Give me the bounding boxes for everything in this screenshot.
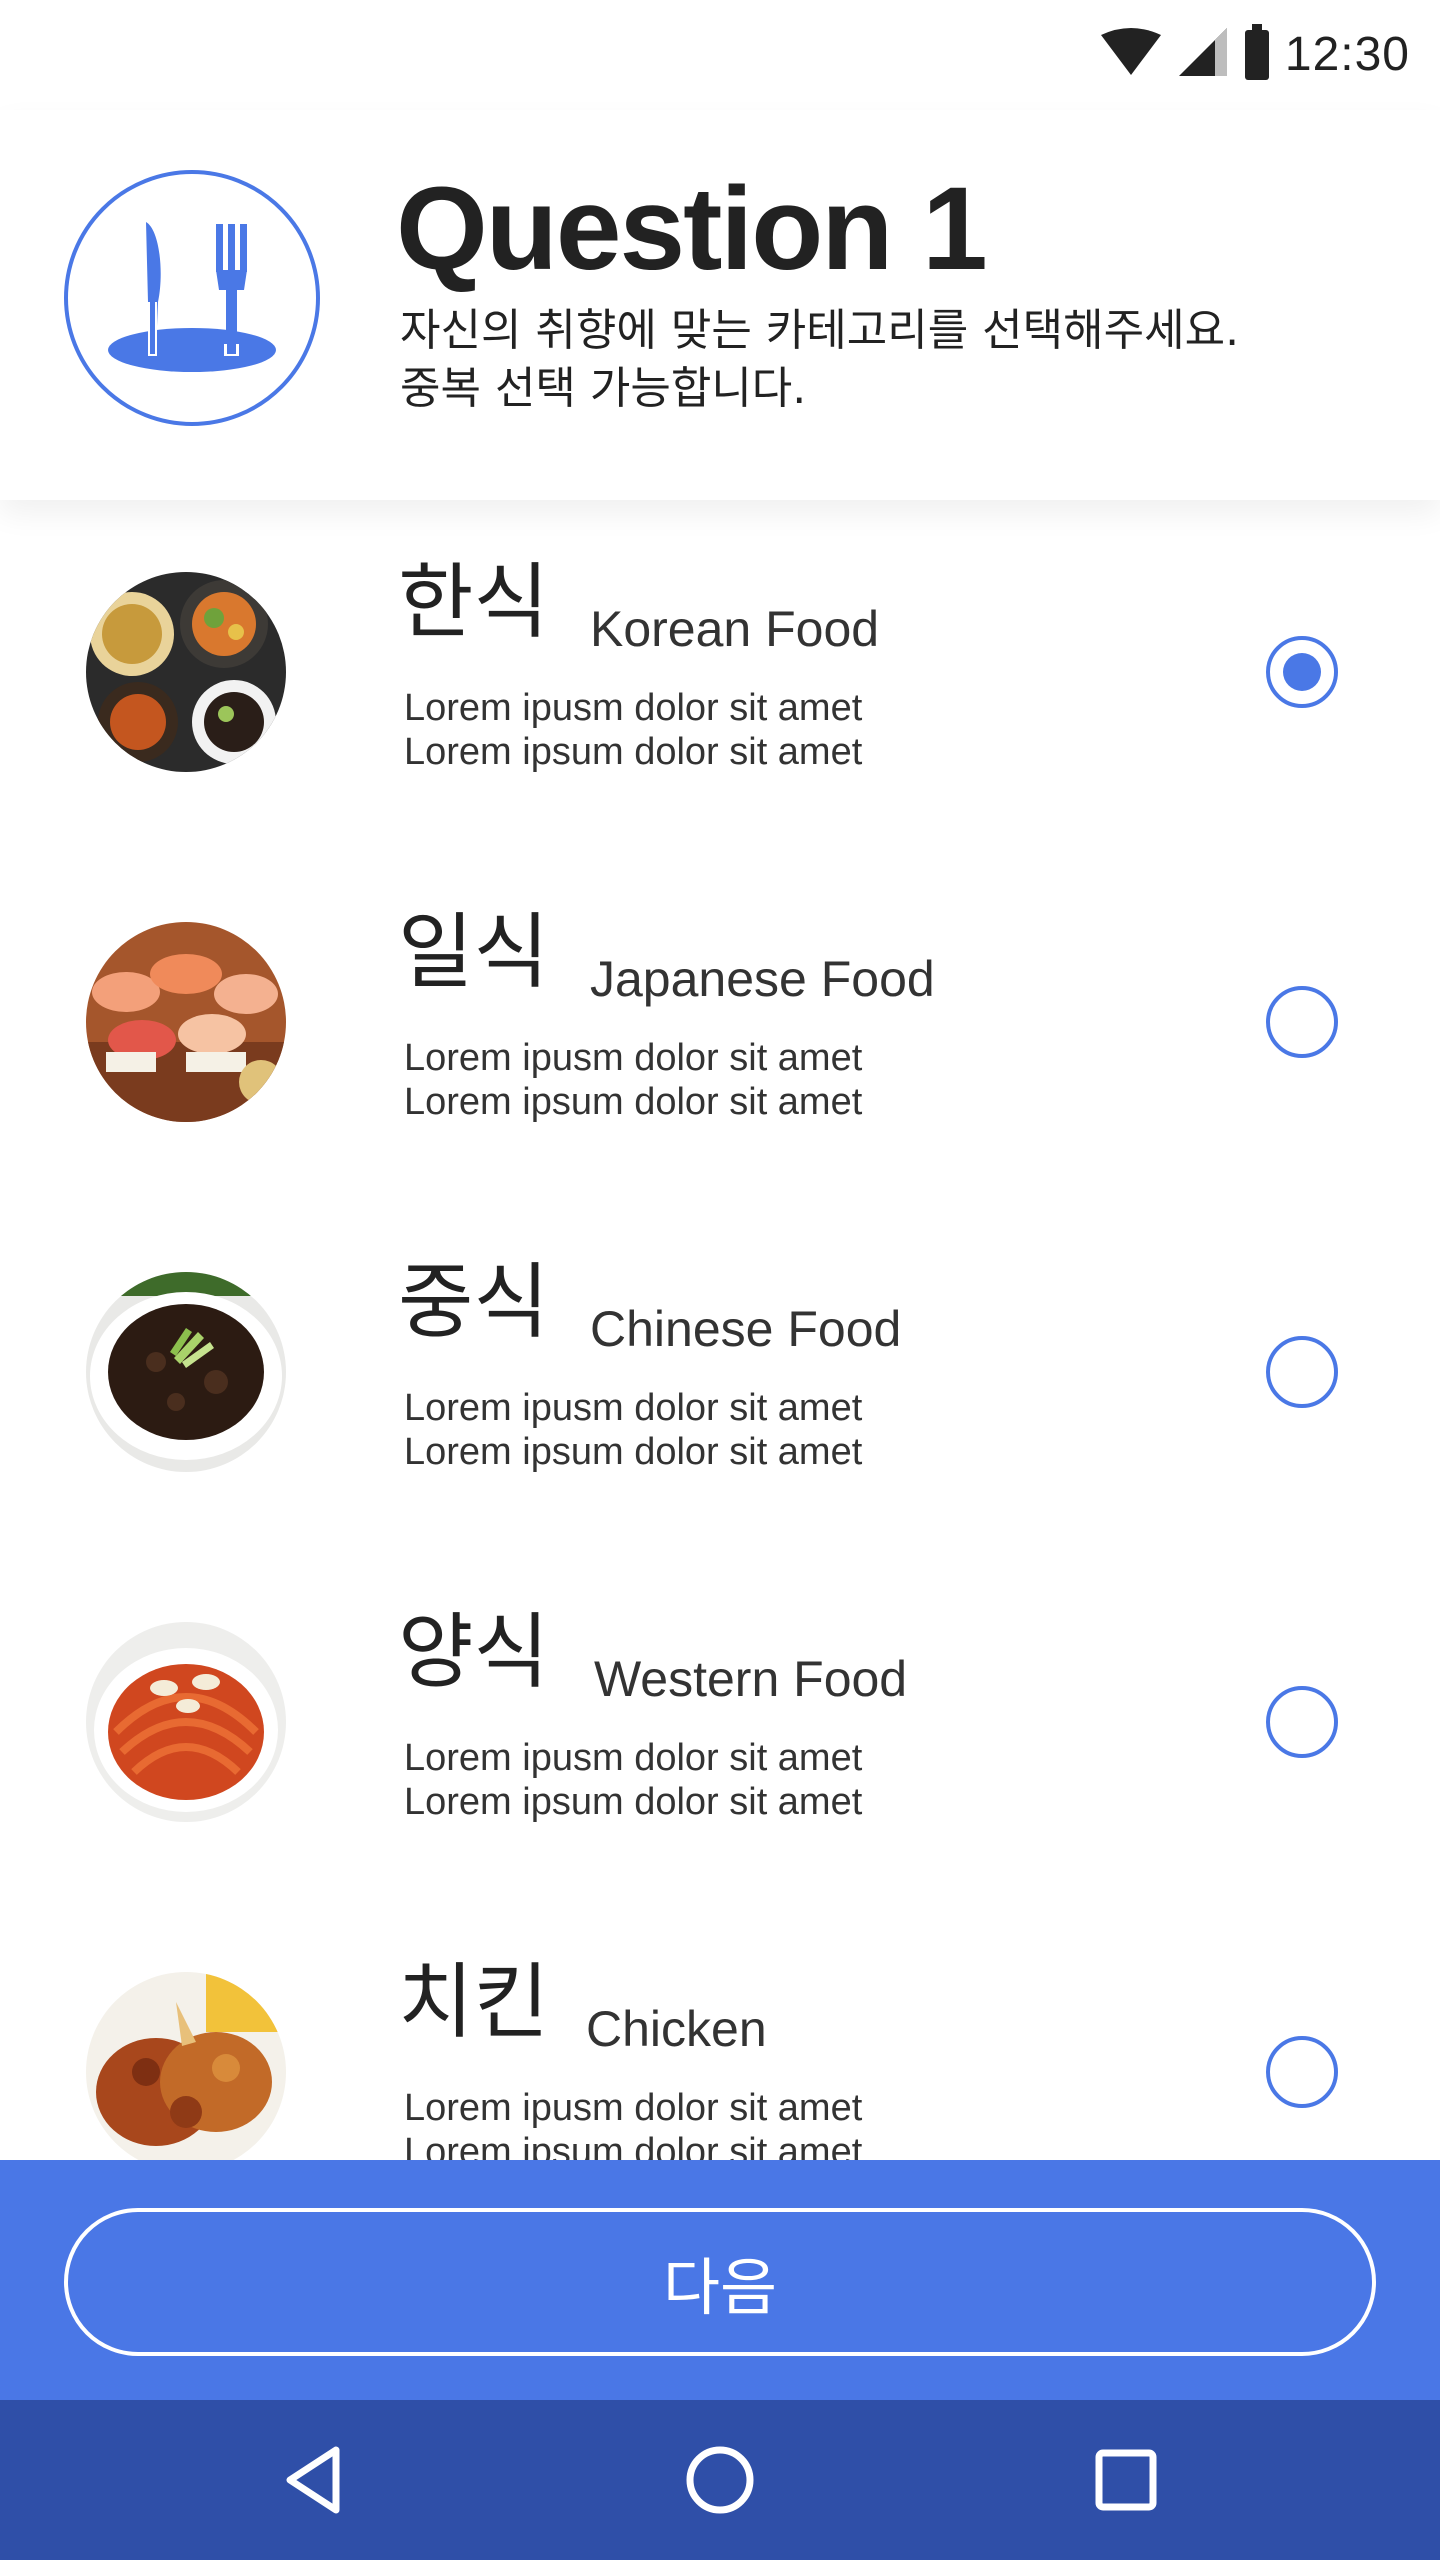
food-description: Lorem ipusm dolor sit amet Lorem ipsum d… xyxy=(404,686,862,774)
status-bar: 12:30 xyxy=(0,0,1440,110)
food-desc-line-2: Lorem ipsum dolor sit amet xyxy=(404,1781,863,1823)
food-desc-line-1: Lorem ipusm dolor sit amet xyxy=(404,687,863,729)
western-food-photo xyxy=(86,1622,286,1822)
chicken-photo xyxy=(86,1972,286,2160)
question-header: Question 1 자신의 취향에 맞는 카테고리를 선택해주세요. 중복 선… xyxy=(0,110,1440,500)
app-screen: 12:30 Question 1 자신의 취향에 맞는 카테고리를 선택해주세요… xyxy=(0,0,1440,2560)
food-description: Lorem ipusm dolor sit amet Lorem ipsum d… xyxy=(404,1036,862,1124)
food-name-en: Korean Food xyxy=(590,601,880,657)
cell-signal-icon xyxy=(1177,26,1229,82)
food-description: Lorem ipusm dolor sit amet Lorem ipsum d… xyxy=(404,2086,862,2160)
food-desc-line-2: Lorem ipsum dolor sit amet xyxy=(404,1431,863,1473)
food-desc-line-1: Lorem ipusm dolor sit amet xyxy=(404,1737,863,1779)
radio-chinese-food[interactable] xyxy=(1266,1336,1338,1408)
food-description: Lorem ipusm dolor sit amet Lorem ipsum d… xyxy=(404,1386,862,1474)
radio-korean-food[interactable] xyxy=(1266,636,1338,708)
recents-icon[interactable] xyxy=(1086,2440,1166,2520)
subtitle-line-1: 자신의 취향에 맞는 카테고리를 선택해주세요. xyxy=(400,305,1240,356)
bottom-action-bar: 다음 xyxy=(0,2160,1440,2400)
food-name-en: Chicken xyxy=(586,2001,767,2057)
food-desc-line-1: Lorem ipusm dolor sit amet xyxy=(404,1037,863,1079)
battery-icon xyxy=(1243,24,1271,84)
question-subtitle: 자신의 취향에 맞는 카테고리를 선택해주세요. 중복 선택 가능합니다. xyxy=(400,302,1239,418)
food-name-en: Japanese Food xyxy=(590,951,935,1007)
food-name-ko: 치킨 xyxy=(398,1955,549,2050)
food-desc-line-2: Lorem ipsum dolor sit amet xyxy=(404,731,863,773)
list-item-western-food[interactable]: 양식 Western Food Lorem ipusm dolor sit am… xyxy=(0,1550,1440,1900)
food-name-en: Chinese Food xyxy=(590,1301,902,1357)
back-icon[interactable] xyxy=(276,2440,356,2520)
food-name-ko: 양식 xyxy=(398,1605,549,1700)
next-button[interactable]: 다음 xyxy=(64,2208,1376,2356)
chinese-food-photo xyxy=(86,1272,286,1472)
food-name-ko: 중식 xyxy=(398,1255,549,1350)
food-desc-line-2: Lorem ipsum dolor sit amet xyxy=(404,2131,863,2160)
restaurant-icon xyxy=(64,170,320,426)
radio-selected-dot xyxy=(1283,653,1321,691)
status-icons: 12:30 xyxy=(1099,22,1410,86)
status-time: 12:30 xyxy=(1284,27,1410,81)
radio-western-food[interactable] xyxy=(1266,1686,1338,1758)
wifi-icon xyxy=(1099,27,1163,81)
food-name-ko: 한식 xyxy=(398,555,549,650)
japanese-food-photo xyxy=(86,922,286,1122)
food-desc-line-1: Lorem ipusm dolor sit amet xyxy=(404,2087,863,2129)
list-item-chicken[interactable]: 치킨 Chicken Lorem ipusm dolor sit amet Lo… xyxy=(0,1900,1440,2160)
food-name-ko: 일식 xyxy=(398,905,549,1000)
food-name-en: Western Food xyxy=(594,1651,908,1707)
list-item-chinese-food[interactable]: 중식 Chinese Food Lorem ipusm dolor sit am… xyxy=(0,1200,1440,1550)
subtitle-line-2: 중복 선택 가능합니다. xyxy=(400,363,807,414)
list-item-korean-food[interactable]: 한식 Korean Food Lorem ipusm dolor sit ame… xyxy=(0,500,1440,850)
radio-japanese-food[interactable] xyxy=(1266,986,1338,1058)
food-description: Lorem ipusm dolor sit amet Lorem ipsum d… xyxy=(404,1736,862,1824)
question-title: Question 1 xyxy=(396,163,988,295)
korean-food-photo xyxy=(86,572,286,772)
food-category-list[interactable]: 한식 Korean Food Lorem ipusm dolor sit ame… xyxy=(0,500,1440,2160)
food-desc-line-2: Lorem ipsum dolor sit amet xyxy=(404,1081,863,1123)
system-nav-bar xyxy=(0,2400,1440,2560)
list-item-japanese-food[interactable]: 일식 Japanese Food Lorem ipusm dolor sit a… xyxy=(0,850,1440,1200)
radio-chicken[interactable] xyxy=(1266,2036,1338,2108)
food-desc-line-1: Lorem ipusm dolor sit amet xyxy=(404,1387,863,1429)
home-icon[interactable] xyxy=(680,2440,760,2520)
